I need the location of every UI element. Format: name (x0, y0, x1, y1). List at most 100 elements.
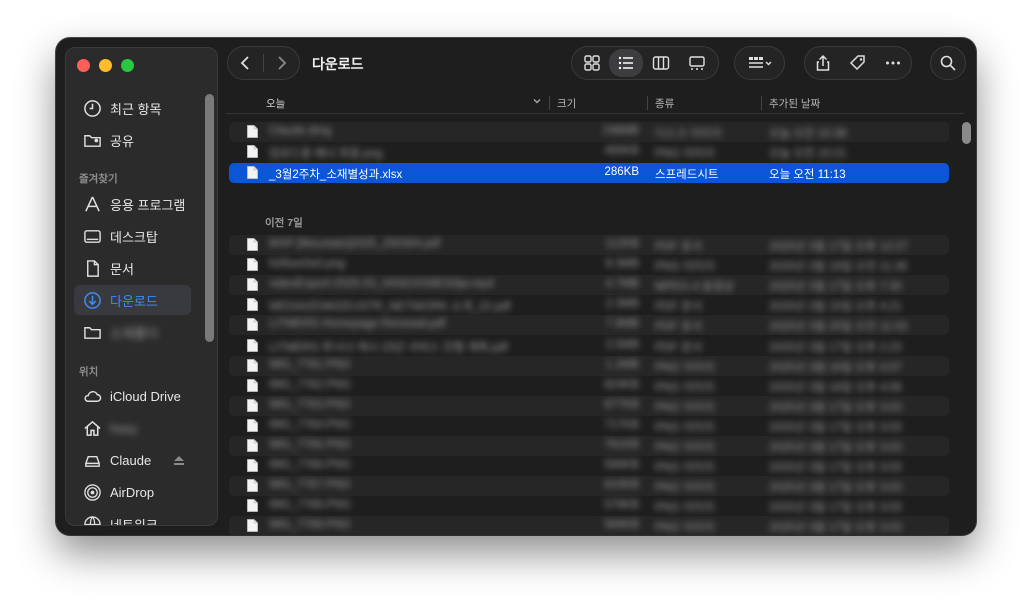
file-kind: PNG 이미지 (655, 148, 715, 161)
column-header-size[interactable]: 크기 (557, 96, 576, 111)
file-kind: PNG 이미지 (655, 401, 715, 414)
action-button-group (804, 46, 912, 80)
file-row[interactable]: IMG_7763.PNG 677KB PNG 이미지 2025년 3월 17일 오후 … (229, 395, 949, 416)
file-icon (247, 378, 258, 392)
file-icon (247, 165, 258, 179)
share-button[interactable] (805, 49, 840, 77)
file-row[interactable]: IMG_7762.PNG 824KB PNG 이미지 2025년 3월 16일 오후 … (229, 376, 949, 396)
column-divider[interactable] (761, 96, 762, 110)
file-row[interactable]: IMG_7769.PNG 584KB PNG 이미지 2025년 3월 17일 오후 … (229, 516, 949, 535)
group-header-prev7: 이전 7일 (265, 217, 303, 229)
sidebar-item-recents[interactable]: 최근 항목 (74, 93, 191, 123)
file-row[interactable]: IMG_7768.PNG 578KB PNG 이미지 2025년 3월 17일 오후 … (229, 496, 949, 516)
home-icon (82, 418, 102, 438)
list-scrollbar[interactable] (962, 122, 971, 144)
sort-chevron-icon[interactable] (532, 96, 542, 109)
folder-icon (82, 322, 102, 342)
more-button[interactable] (876, 49, 911, 77)
sidebar-item-network[interactable]: 네트워크 (74, 509, 191, 525)
airdrop-icon (82, 482, 102, 502)
minimize-button[interactable] (99, 59, 112, 72)
sidebar-item-home[interactable]: hsey (74, 413, 191, 443)
file-size: 4.7MB (605, 278, 639, 291)
back-button[interactable] (228, 49, 263, 77)
file-row[interactable]: MXP [Mountain]2025_250304.pdf 112KB PDF 문서… (229, 235, 949, 255)
sidebar: 최근 항목 공유 즐겨찾기 응용 프로그램 데스크탑 문서 다운로드 소재폴더 … (65, 47, 218, 526)
list-icon (618, 56, 633, 70)
file-kind: PNG 이미지 (655, 421, 715, 434)
column-divider[interactable] (647, 96, 648, 110)
file-size: 1.2MB (605, 358, 639, 371)
file-row[interactable]: Claude.dmg 248MB 디스크 이미지 오늘 오전 10:38 (229, 122, 949, 142)
column-view-button[interactable] (643, 49, 679, 77)
file-row[interactable]: IMG_7767.PNG 610KB PNG 이미지 2025년 3월 17일 오후 … (229, 476, 949, 497)
file-name: IMG_7768.PNG (269, 499, 351, 512)
file-row[interactable]: IMG_7766.PNG 566KB PNG 이미지 2025년 3월 17일 오후 … (229, 456, 949, 476)
file-name: IMG_7764.PNG (269, 418, 351, 431)
file-name: IMG_7766.PNG (269, 459, 351, 472)
search-icon (940, 55, 956, 71)
file-size: 717KB (604, 418, 639, 431)
file-row-selected[interactable]: _3월2주차_소재별성과.xlsx 286KB 스프레드시트 오늘 오전 11:13 (229, 162, 949, 183)
sidebar-item-label: 응용 프로그램 (110, 197, 186, 213)
file-name: MEDIAZENKEEUSTR_NETWORK 소개_22.pdf (269, 301, 511, 314)
sidebar-item-folder[interactable]: 소재폴더 (74, 317, 191, 347)
cloud-icon (82, 386, 102, 406)
sidebar-item-claude-drive[interactable]: Claude (74, 445, 191, 475)
file-icon (247, 418, 258, 432)
file-row[interactable]: 업로드용 배너 최종.png 465KB PNG 이미지 오늘 오전 10:21 (229, 142, 949, 162)
column-header-kind[interactable]: 종류 (655, 96, 674, 111)
favorites-heading: 즐겨찾기 (79, 173, 118, 185)
file-size: 2.3MB (605, 298, 639, 311)
icon-view-button[interactable] (575, 49, 609, 77)
close-button[interactable] (77, 59, 90, 72)
file-size: 286KB (604, 165, 639, 178)
sidebar-item-documents[interactable]: 문서 (74, 253, 191, 283)
sidebar-item-shared[interactable]: 공유 (74, 125, 191, 155)
file-row[interactable]: LITMERS Homepage Renewal.pdf 7.8MB PDF 문서 2… (229, 315, 949, 336)
search-button[interactable] (930, 46, 966, 80)
column-divider[interactable] (549, 96, 550, 110)
sidebar-item-airdrop[interactable]: AirDrop (74, 477, 191, 507)
sidebar-item-applications[interactable]: 응용 프로그램 (74, 189, 191, 219)
file-row[interactable]: MEDIAZENKEEUSTR_NETWORK 소개_22.pdf 2.3MB PD… (229, 295, 949, 315)
downloads-icon (82, 290, 102, 310)
tag-button[interactable] (840, 49, 875, 77)
sidebar-item-label: 공유 (110, 133, 134, 149)
file-date: 오늘 오전 10:38 (769, 128, 847, 140)
eject-icon[interactable] (173, 454, 185, 466)
ellipsis-icon (886, 61, 901, 65)
gallery-view-button[interactable] (679, 49, 715, 77)
file-icon (247, 238, 258, 251)
shared-folder-icon (82, 130, 102, 150)
file-date: 2025년 3월 16일 오전 11:36 (769, 261, 908, 274)
file-date: 2025년 3월 16일 오후 4:07 (769, 361, 902, 374)
file-icon (247, 338, 258, 352)
sidebar-item-downloads[interactable]: 다운로드 (74, 285, 191, 315)
file-row[interactable]: fx0fuer0x0.png 8.3MB PNG 이미지 2025년 3월 16일 오… (229, 255, 949, 275)
forward-button[interactable] (264, 49, 299, 77)
list-view-button[interactable] (609, 49, 643, 77)
file-row[interactable]: IMG_7764.PNG 717KB PNG 이미지 2025년 3월 17일 오후 … (229, 416, 949, 436)
sidebar-item-icloud[interactable]: iCloud Drive (74, 381, 191, 411)
zoom-button[interactable] (121, 59, 134, 72)
sidebar-scrollbar[interactable] (205, 94, 214, 342)
file-name: IMG_7765.PNG (269, 439, 351, 451)
file-icon (247, 358, 258, 372)
sidebar-item-desktop[interactable]: 데스크탑 (74, 221, 191, 251)
group-by-button[interactable] (734, 46, 785, 80)
file-kind: PNG 이미지 (655, 482, 715, 495)
sidebar-item-label: 문서 (110, 261, 134, 277)
file-kind: PDF 문서 (655, 321, 703, 334)
file-date: 2025년 3월 17일 오후 7:30 (769, 281, 902, 294)
file-row[interactable]: LITMERS 루시너 캐시 23년 서비스 진행 계획.pdf 2.5MB PDF… (229, 336, 949, 356)
file-row[interactable]: IMG_7765.PNG 761KB PNG 이미지 2025년 3월 17일 오후 … (229, 436, 949, 456)
file-size: 761KB (604, 439, 639, 451)
file-icon (247, 499, 258, 513)
sidebar-item-label: AirDrop (110, 484, 155, 500)
column-header-name[interactable]: 오늘 (266, 96, 285, 111)
column-header-date[interactable]: 추가된 날짜 (769, 96, 820, 111)
file-kind: PNG 이미지 (655, 462, 715, 475)
file-row[interactable]: videoExport-2025-03_04StOXS8ES0jw.mp4 4.7… (229, 275, 949, 296)
file-row[interactable]: IMG_7761.PNG 1.2MB PNG 이미지 2025년 3월 16일 오후 … (229, 355, 949, 376)
